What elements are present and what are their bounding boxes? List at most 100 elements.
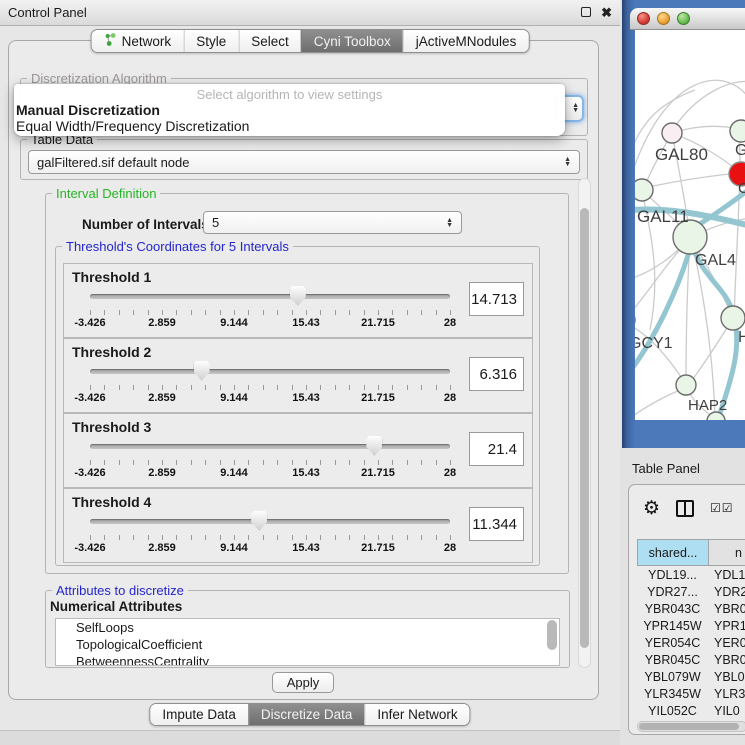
close-window-button[interactable]: ✖ [601,5,612,21]
settings-gear-icon[interactable]: ⚙ [643,499,660,518]
slider-tick [234,385,235,390]
slider-tick [277,310,278,315]
slider-tick [277,385,278,390]
table-row[interactable]: YER054CYER0 [637,634,745,651]
algorithm-option-manual-discretization[interactable]: Manual Discretization [16,102,160,118]
slider-tick [234,535,235,540]
zoom-traffic-light-icon[interactable] [677,12,690,25]
node-h[interactable] [721,306,745,330]
slider-tick [205,310,206,315]
tab-impute-data[interactable]: Impute Data [150,704,248,725]
slider-tick [306,385,307,390]
slider-tick [119,385,120,390]
network-canvas[interactable]: GAL80 GA GAL11 C GAL4 GCY1 H HAP2 [635,30,745,420]
algorithm-option-equal-width-frequency-discretization[interactable]: Equal Width/Frequency Discretization [16,118,249,134]
threshold-label: Threshold 4 [72,494,151,510]
node-label: H [738,329,745,346]
slider-tick [421,310,422,315]
threshold-row-3: Threshold 3-3.4262.8599.14415.4321.71528… [63,413,533,488]
slider-tick [421,535,422,540]
table-horizontal-scrollbar[interactable] [637,721,745,732]
minimize-traffic-light-icon[interactable] [657,12,670,25]
slider-thumb[interactable] [366,436,382,456]
attribute-list-item-selfloops[interactable]: SelfLoops [56,619,559,636]
slider-tick [349,310,350,315]
slider-tick [407,385,408,390]
panel-scrollbar-thumb[interactable] [580,208,589,648]
slider-thumb[interactable] [290,286,306,306]
node-gal11[interactable] [635,179,653,201]
network-labels: GAL80 GA GAL11 C GAL4 GCY1 H HAP2 [635,142,745,414]
slider-thumb[interactable] [194,361,210,381]
slider-tick [421,460,422,465]
tab-infer-network[interactable]: Infer Network [364,704,469,725]
table-row[interactable]: YDR27...YDR2 [637,583,745,600]
slider-tick [234,310,235,315]
table-hscroll-thumb[interactable] [639,723,739,730]
float-window-button[interactable] [581,5,591,20]
slider-tick [162,535,163,540]
thresholds-group: Threshold's Coordinates for 5 Intervals … [55,246,540,566]
slider-track[interactable] [90,369,450,374]
node-label: GAL4 [695,252,736,269]
table-data-combobox[interactable]: galFiltered.sif default node ▲▼ [28,150,580,174]
slider-tick [349,385,350,390]
split-columns-icon[interactable] [676,500,694,517]
table-column-header-n[interactable]: n [709,540,745,565]
tab-style[interactable]: Style [183,30,238,52]
network-icon [104,33,117,49]
tab-select[interactable]: Select [238,30,301,52]
slider-tick-label: 15.43 [292,467,320,479]
select-columns-icon[interactable]: ☑☑ [710,501,734,515]
slider-tick [248,535,249,540]
table-column-header-shared-[interactable]: shared... [638,540,709,565]
slider-tick [292,535,293,540]
tab-discretize-data[interactable]: Discretize Data [248,704,365,725]
slider-tick [263,535,264,540]
control-panel: Control Panel ✖ NetworkStyleSelectCyni T… [0,0,620,745]
table-row[interactable]: YBR043CYBR0 [637,600,745,617]
control-panel-titlebar: Control Panel ✖ [0,0,620,26]
table-cell: YER0 [708,634,745,651]
slider-tick [234,460,235,465]
slider-tick [248,385,249,390]
numerical-attributes-list[interactable]: SelfLoopsTopologicalCoefficientBetweenne… [55,618,560,666]
node-gal80[interactable] [662,123,682,143]
threshold-value-input[interactable]: 11.344 [469,507,524,541]
table-row[interactable]: YBR045CYBR0 [637,651,745,668]
threshold-value-input[interactable]: 21.4 [469,432,524,466]
table-row[interactable]: YIL052CYIL0 [637,702,745,717]
threshold-label: Threshold 1 [72,269,151,285]
slider-tick-label: 28 [444,467,456,479]
close-traffic-light-icon[interactable] [637,12,650,25]
slider-tick [104,535,105,540]
slider-tick [205,535,206,540]
tab-network[interactable]: Network [92,30,184,52]
slider-track[interactable] [90,444,450,449]
tab-cyni-toolbox[interactable]: Cyni Toolbox [301,30,403,52]
attribute-list-item-topologicalcoefficient[interactable]: TopologicalCoefficient [56,636,559,653]
tab-jactivemnodules[interactable]: jActiveMNodules [403,30,529,52]
apply-button[interactable]: Apply [272,672,334,693]
slider-track[interactable] [90,519,450,524]
table-row[interactable]: YPR145WYPR1 [637,617,745,634]
node-hap2[interactable] [676,375,696,395]
slider-tick [364,310,365,315]
threshold-row-4: Threshold 4-3.4262.8599.14415.4321.71528… [63,488,533,563]
table-row[interactable]: YBL079WYBL0 [637,668,745,685]
slider-tick-label: 2.859 [148,392,176,404]
slider-tick [133,310,134,315]
panel-scrollbar[interactable] [578,178,591,668]
table-row[interactable]: YDL19...YDL1 [637,566,745,583]
node-clipped-top[interactable] [730,120,745,142]
threshold-value-input[interactable]: 14.713 [469,282,524,316]
attribute-list-scrollbar[interactable] [547,620,557,650]
slider-track[interactable] [90,294,450,299]
table-row[interactable]: YLR345WYLR3 [637,685,745,702]
threshold-value-input[interactable]: 6.316 [469,357,524,391]
slider-thumb[interactable] [251,511,267,531]
network-window[interactable]: GAL80 GA GAL11 C GAL4 GCY1 H HAP2 [622,0,745,448]
num-intervals-combobox[interactable]: 5 ▲▼ [203,211,462,234]
slider-tick [450,535,451,540]
attribute-list-item-betweennesscentrality[interactable]: BetweennessCentrality [56,653,559,666]
